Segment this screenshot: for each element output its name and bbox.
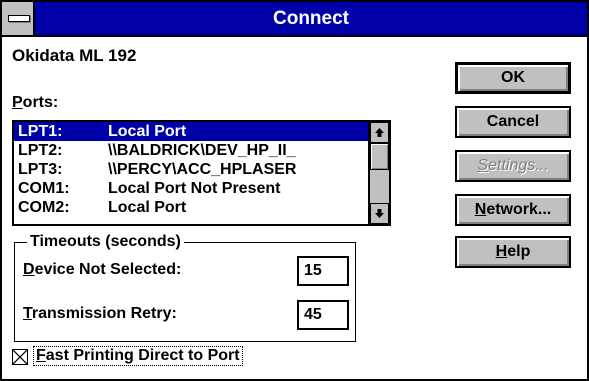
- printer-name: Okidata ML 192: [12, 46, 137, 65]
- transmission-retry-label: Transmission Retry:: [23, 305, 177, 323]
- help-button-label: Help: [496, 243, 531, 260]
- network-button[interactable]: Network...: [455, 194, 571, 226]
- system-menu-icon[interactable]: [2, 2, 35, 35]
- ports-label-rest: orts:: [22, 94, 59, 111]
- device-label-rest: evice Not Selected:: [34, 261, 182, 278]
- timeouts-group: Timeouts (seconds) Device Not Selected: …: [14, 233, 356, 342]
- port-name: COM2:: [18, 199, 70, 216]
- port-name: LPT3:: [18, 161, 63, 178]
- device-label-mnemonic: D: [23, 261, 35, 278]
- scroll-down-arrow-icon[interactable]: [370, 203, 389, 224]
- settings-mnemonic: S: [477, 157, 489, 174]
- network-button-label: Network...: [475, 201, 551, 218]
- settings-rest: ettings...: [488, 157, 549, 174]
- system-menu-bar: [8, 15, 30, 22]
- port-name: LPT1:: [18, 123, 63, 140]
- fast-printing-checkbox[interactable]: [12, 349, 28, 365]
- help-mnemonic: H: [495, 243, 508, 260]
- ok-button[interactable]: OK: [455, 62, 571, 94]
- window-title: Connect: [273, 8, 349, 29]
- device-not-selected-label: Device Not Selected:: [23, 261, 181, 279]
- port-description: Local Port: [108, 199, 187, 216]
- network-rest: etwork...: [486, 201, 552, 218]
- ports-scrollbar[interactable]: [368, 122, 389, 224]
- fast-printing-rest: ast Printing Direct to Port: [45, 347, 240, 364]
- help-rest: elp: [507, 243, 531, 260]
- port-item-com1[interactable]: COM1: Local Port Not Present: [14, 179, 368, 198]
- title-bar[interactable]: Connect: [2, 2, 587, 37]
- port-name: COM1:: [18, 180, 70, 197]
- ports-label: Ports:: [12, 94, 58, 112]
- port-description: Local Port Not Present: [108, 180, 281, 197]
- ports-label-mnemonic: P: [12, 94, 23, 111]
- settings-button[interactable]: Settings...: [455, 150, 571, 182]
- device-not-selected-input[interactable]: 15: [297, 256, 349, 286]
- connect-dialog: Connect Okidata ML 192 Ports: LPT1: Loca…: [0, 0, 589, 381]
- ports-listbox[interactable]: LPT1: Local Port LPT2: \\BALDRICK\DEV_HP…: [12, 120, 391, 226]
- port-item-lpt1[interactable]: LPT1: Local Port: [14, 122, 368, 141]
- port-name: LPT2:: [18, 142, 63, 159]
- fast-printing-mnemonic: F: [36, 347, 46, 364]
- network-mnemonic: N: [474, 201, 487, 218]
- port-description: \\PERCY\ACC_HPLASER: [108, 161, 297, 178]
- scroll-up-arrow-icon[interactable]: [370, 122, 389, 143]
- retry-label-rest: ransmission Retry:: [31, 305, 177, 322]
- cancel-button-label: Cancel: [486, 113, 540, 130]
- help-button[interactable]: Help: [455, 236, 571, 268]
- ok-button-label: OK: [501, 69, 525, 86]
- transmission-retry-input[interactable]: 45: [297, 300, 349, 330]
- cancel-button[interactable]: Cancel: [455, 106, 571, 138]
- port-item-com2[interactable]: COM2: Local Port: [14, 198, 368, 217]
- checkbox-x-icon: [13, 350, 27, 364]
- scroll-thumb[interactable]: [370, 143, 389, 170]
- port-item-lpt2[interactable]: LPT2: \\BALDRICK\DEV_HP_II_: [14, 141, 368, 160]
- fast-printing-label[interactable]: Fast Printing Direct to Port: [33, 346, 243, 366]
- port-description: Local Port: [108, 123, 187, 140]
- port-item-lpt3[interactable]: LPT3: \\PERCY\ACC_HPLASER: [14, 160, 368, 179]
- port-description: \\BALDRICK\DEV_HP_II_: [108, 142, 296, 159]
- settings-button-label: Settings...: [477, 157, 548, 174]
- retry-label-mnemonic: T: [23, 305, 32, 322]
- timeouts-title: Timeouts (seconds): [27, 233, 184, 251]
